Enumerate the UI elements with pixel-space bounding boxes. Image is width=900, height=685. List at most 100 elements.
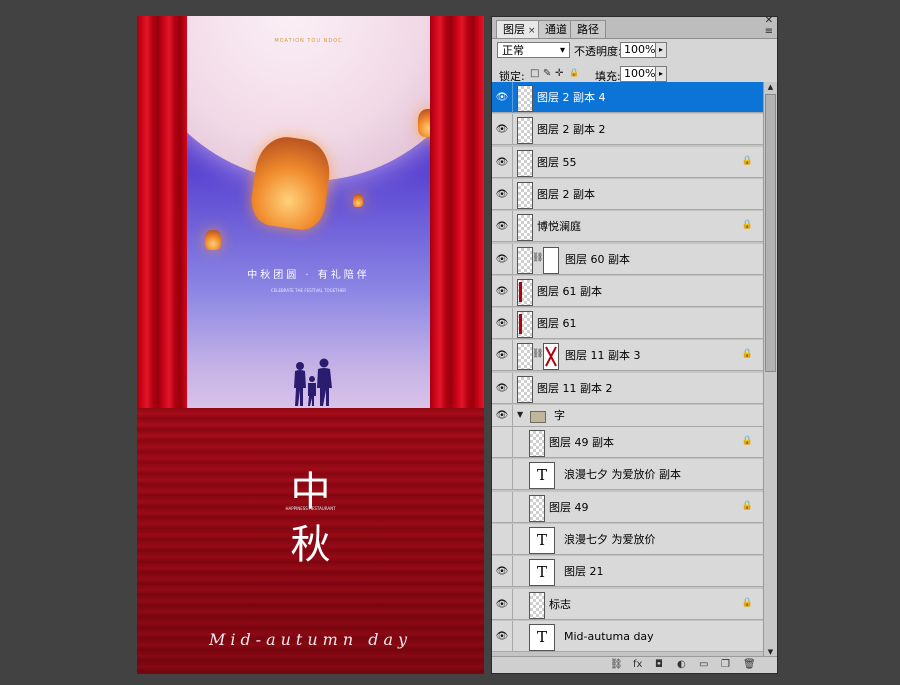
- link-layers-icon[interactable]: ⛓: [610, 658, 623, 672]
- layer-row[interactable]: 图层 49 🔒: [492, 491, 763, 523]
- layer-row[interactable]: T 浪漫七夕 为爱放价: [492, 523, 763, 555]
- layer-thumbnail[interactable]: [517, 181, 533, 209]
- layer-thumbnail[interactable]: [517, 117, 533, 145]
- lock-image-icon[interactable]: ✎: [543, 68, 551, 79]
- layer-mask-thumbnail[interactable]: [543, 343, 559, 371]
- layer-thumbnail[interactable]: [517, 246, 533, 274]
- visibility-eye-icon[interactable]: 👁: [492, 405, 513, 427]
- visibility-eye-icon[interactable]: 👁: [492, 556, 513, 588]
- opacity-input[interactable]: 100%: [620, 42, 660, 58]
- lock-all-icon[interactable]: 🔒: [569, 68, 579, 77]
- layer-row[interactable]: 👁 博悦澜庭 🔒: [492, 211, 763, 243]
- layer-thumbnail[interactable]: [517, 311, 533, 339]
- layer-row[interactable]: 👁 ⛓ 图层 11 副本 3 🔒: [492, 340, 763, 372]
- visibility-eye-icon[interactable]: 👁: [492, 340, 513, 372]
- fx-icon[interactable]: fx: [633, 658, 642, 672]
- text-layer-thumbnail[interactable]: T: [529, 462, 555, 490]
- layer-row[interactable]: T 浪漫七夕 为爱放价 副本: [492, 459, 763, 491]
- curtain-left: [137, 16, 187, 408]
- new-layer-icon[interactable]: ❐: [721, 658, 730, 672]
- visibility-eye-icon[interactable]: [492, 523, 513, 555]
- tab-close-icon[interactable]: ×: [528, 26, 536, 36]
- lock-position-icon[interactable]: ✛: [555, 68, 563, 79]
- layer-mask-thumbnail[interactable]: [543, 246, 559, 274]
- delete-icon[interactable]: 🗑: [743, 658, 756, 672]
- layers-list[interactable]: 👁 图层 2 副本 4 👁 图层 2 副本 2 👁 图层 55 🔒 👁 图层 2 副本 👁 博悦澜庭…: [492, 82, 763, 658]
- night-sky: MOATION TOU NDOC 中秋团圆 · 有礼陪伴 CELEBRATE T…: [187, 16, 430, 408]
- tab-layers-label: 图层: [503, 23, 525, 36]
- lock-transparency-icon[interactable]: □: [530, 68, 539, 79]
- fill-slider-button[interactable]: ▸: [655, 66, 667, 82]
- visibility-eye-icon[interactable]: [492, 491, 513, 523]
- layer-thumbnail[interactable]: [517, 85, 533, 112]
- tab-channels-label: 通道: [545, 23, 567, 36]
- visibility-eye-icon[interactable]: 👁: [492, 620, 513, 652]
- visibility-eye-icon[interactable]: 👁: [492, 114, 513, 146]
- tab-paths[interactable]: 路径: [570, 20, 606, 38]
- layer-row[interactable]: 👁 ⛓ 图层 60 副本: [492, 243, 763, 275]
- layer-name: 图层 49: [549, 500, 589, 514]
- layer-thumbnail[interactable]: [529, 494, 545, 522]
- layer-row[interactable]: 👁 图层 11 副本 2: [492, 372, 763, 404]
- opacity-slider-button[interactable]: ▸: [655, 42, 667, 58]
- tab-layers[interactable]: 图层 ×: [496, 20, 543, 38]
- layer-thumbnail[interactable]: [517, 149, 533, 177]
- title-char-qiu: 秋: [290, 522, 331, 568]
- scrollbar-thumb[interactable]: [765, 94, 776, 372]
- layer-thumbnail[interactable]: [517, 278, 533, 306]
- family-silhouette: [294, 358, 332, 406]
- layer-row[interactable]: 👁 图层 61: [492, 308, 763, 340]
- layer-thumbnail[interactable]: [529, 430, 545, 457]
- poster-subslogan: CELEBRATE THE FESTIVAL TOGETHER: [270, 288, 347, 293]
- layer-row[interactable]: 👁 图层 2 副本: [492, 178, 763, 210]
- layer-thumbnail[interactable]: [517, 214, 533, 242]
- visibility-eye-icon[interactable]: 👁: [492, 275, 513, 307]
- layer-name: 浪漫七夕 为爱放价: [564, 532, 656, 546]
- visibility-eye-icon[interactable]: [492, 459, 513, 491]
- fill-input[interactable]: 100%: [620, 66, 660, 82]
- blend-row: 正常 ▾ 不透明度: 100% ▸: [492, 39, 777, 63]
- panel-close-icon[interactable]: ✕: [765, 15, 773, 26]
- group-expand-arrow-icon[interactable]: ▼: [517, 410, 523, 419]
- visibility-eye-icon[interactable]: 👁: [492, 588, 513, 620]
- layer-thumbnail[interactable]: [517, 343, 533, 371]
- layer-name: 标志: [549, 597, 571, 611]
- layers-scrollbar[interactable]: ▲ ▼: [763, 82, 777, 658]
- visibility-eye-icon[interactable]: 👁: [492, 372, 513, 404]
- scroll-up-arrow-icon[interactable]: ▲: [764, 82, 777, 93]
- visibility-eye-icon[interactable]: 👁: [492, 308, 513, 340]
- layer-thumbnail[interactable]: [517, 375, 533, 403]
- visibility-eye-icon[interactable]: 👁: [492, 211, 513, 243]
- link-chain-icon[interactable]: ⛓: [532, 253, 543, 263]
- text-layer-thumbnail[interactable]: T: [529, 623, 555, 651]
- layer-row[interactable]: 👁 T Mid-autuma day: [492, 620, 763, 652]
- panel-menu-icon[interactable]: ≡: [765, 26, 773, 37]
- layer-thumbnail[interactable]: [529, 591, 545, 619]
- document-canvas[interactable]: MOATION TOU NDOC 中秋团圆 · 有礼陪伴 CELEBRATE T…: [137, 16, 484, 674]
- visibility-eye-icon[interactable]: 👁: [492, 82, 513, 113]
- layer-row[interactable]: 👁 标志 🔒: [492, 588, 763, 620]
- visibility-eye-icon[interactable]: 👁: [492, 243, 513, 275]
- poster-brand-top: MOATION TOU NDOC: [274, 38, 343, 44]
- tab-paths-label: 路径: [577, 23, 599, 36]
- text-layer-thumbnail[interactable]: T: [529, 559, 555, 587]
- layer-row[interactable]: 👁 图层 2 副本 2: [492, 114, 763, 146]
- text-layer-thumbnail[interactable]: T: [529, 526, 555, 554]
- layer-row[interactable]: 👁 图层 2 副本 4: [492, 82, 763, 113]
- group-icon[interactable]: ▭: [699, 658, 708, 672]
- visibility-eye-icon[interactable]: 👁: [492, 178, 513, 210]
- layer-row[interactable]: 👁 图层 61 副本: [492, 275, 763, 307]
- visibility-eye-icon[interactable]: [492, 427, 513, 458]
- layer-row[interactable]: 👁 图层 55 🔒: [492, 146, 763, 178]
- layer-group-row[interactable]: 👁 ▼ 字: [492, 405, 763, 427]
- tab-channels[interactable]: 通道: [538, 20, 574, 38]
- curtain-right: [430, 16, 484, 408]
- link-chain-icon[interactable]: ⛓: [532, 349, 543, 359]
- adjustment-icon[interactable]: ◐: [677, 658, 686, 672]
- layer-row[interactable]: 👁 T 图层 21: [492, 556, 763, 588]
- mask-icon[interactable]: ◘: [655, 658, 663, 672]
- blend-mode-select[interactable]: 正常 ▾: [497, 42, 570, 58]
- layer-row[interactable]: 图层 49 副本 🔒: [492, 427, 763, 458]
- blend-mode-value: 正常: [502, 44, 524, 57]
- visibility-eye-icon[interactable]: 👁: [492, 146, 513, 178]
